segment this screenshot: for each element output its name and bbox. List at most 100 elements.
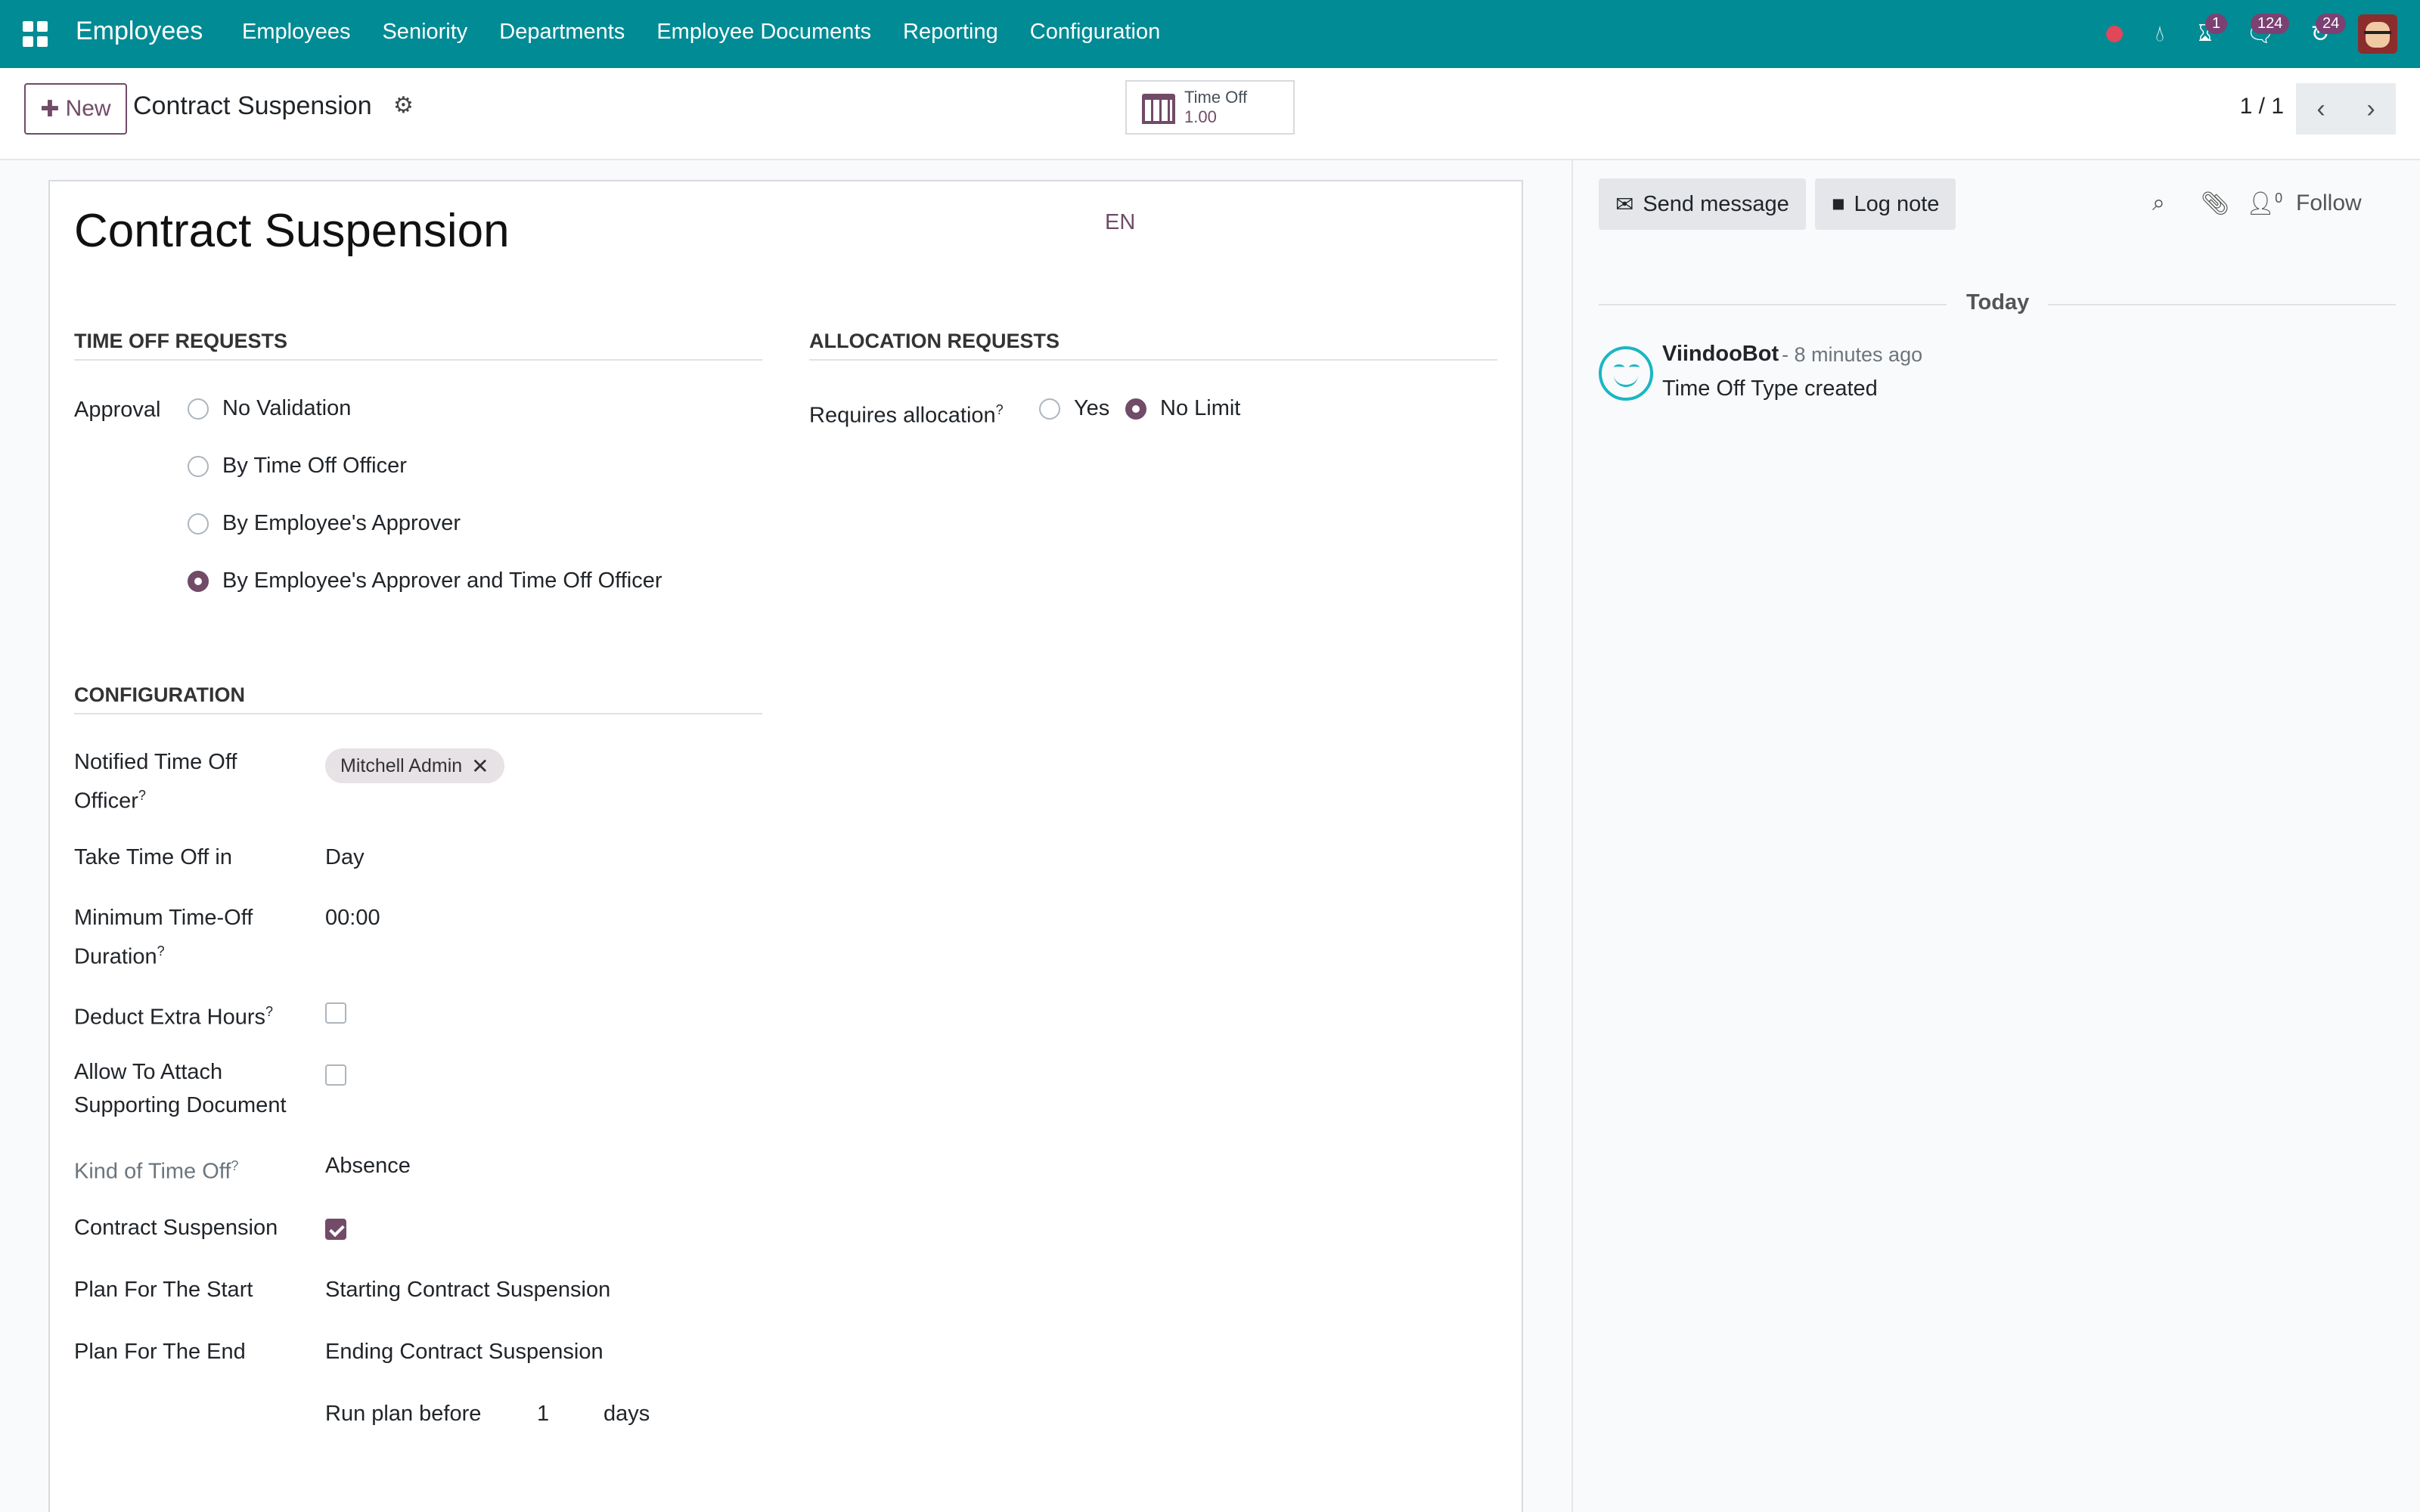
plan-start-value[interactable]: Starting Contract Suspension: [325, 1273, 610, 1306]
menu-employees[interactable]: Employees: [242, 20, 350, 45]
radio-approver[interactable]: [188, 513, 209, 534]
notified-officer-label: Notified Time Off Officer?: [74, 745, 237, 818]
breadcrumb-title: Contract Suspension: [133, 91, 372, 120]
requires-allocation-label: Requires allocation?: [809, 393, 1004, 432]
message-body: Time Off Type created: [1662, 376, 1878, 401]
app-name[interactable]: Employees: [76, 17, 203, 46]
top-navbar: Employees Employees Seniority Department…: [0, 0, 2420, 68]
close-icon[interactable]: ✕: [471, 754, 489, 779]
envelope-icon: ✉: [1615, 192, 1634, 217]
option-label: By Time Off Officer: [222, 454, 407, 478]
option-label: By Employee's Approver: [222, 511, 461, 535]
approval-option-no-validation[interactable]: No Validation: [188, 396, 351, 421]
allow-attach-checkbox[interactable]: [325, 1064, 346, 1086]
date-separator-line: [1599, 304, 1947, 305]
radio-no-validation[interactable]: [188, 398, 209, 420]
minimum-duration-label: Minimum Time-Off Duration?: [74, 901, 253, 974]
followers-icon[interactable]: 👤︎0: [2246, 191, 2282, 217]
plan-start-label: Plan For The Start: [74, 1278, 253, 1302]
activity-badge: 1: [2205, 14, 2228, 34]
follow-button[interactable]: Follow: [2296, 191, 2362, 216]
label-line: Notified Time Off: [74, 750, 237, 774]
kind-of-time-off-value: Absence: [325, 1154, 411, 1178]
allocation-option-no-limit[interactable]: No Limit: [1125, 396, 1240, 421]
help-tooltip[interactable]: ?: [138, 788, 146, 803]
requires-allocation-text: Requires allocation: [809, 403, 996, 428]
contract-suspension-label: Contract Suspension: [74, 1216, 278, 1240]
apps-menu-icon[interactable]: [23, 21, 48, 47]
option-label: No Validation: [222, 396, 352, 420]
plan-end-value[interactable]: Ending Contract Suspension: [325, 1335, 603, 1368]
record-icon[interactable]: [2092, 11, 2137, 57]
smart-button-value: 1.00: [1184, 107, 1217, 126]
allow-attach-label: Allow To Attach Supporting Document: [74, 1055, 287, 1122]
radio-yes[interactable]: [1039, 398, 1060, 420]
chatter-panel: ✉ Send message ■ Log note ⌕ 📎︎ 👤︎0 Follo…: [1571, 160, 2420, 1512]
send-message-button[interactable]: ✉ Send message: [1599, 178, 1806, 230]
main-menu: Employees Seniority Departments Employee…: [242, 20, 1192, 45]
tag-label: Mitchell Admin: [340, 754, 463, 776]
menu-seniority[interactable]: Seniority: [382, 20, 467, 45]
new-button[interactable]: ✚ New: [24, 83, 127, 135]
followers-count: 0: [2275, 191, 2283, 206]
bot-avatar[interactable]: [1599, 346, 1653, 401]
language-button[interactable]: EN: [1105, 210, 1135, 235]
pager-next-button[interactable]: ›: [2346, 83, 2396, 135]
menu-reporting[interactable]: Reporting: [903, 20, 998, 45]
smart-button-label: Time Off: [1184, 88, 1248, 107]
run-plan-before-label: Run plan before: [325, 1402, 482, 1426]
option-label: No Limit: [1160, 396, 1241, 420]
minimum-duration-value[interactable]: 00:00: [325, 901, 380, 934]
deduct-extra-hours-checkbox[interactable]: [325, 1002, 346, 1024]
time-off-smart-button[interactable]: Time Off 1.00: [1125, 80, 1295, 135]
menu-configuration[interactable]: Configuration: [1030, 20, 1161, 45]
help-tooltip[interactable]: ?: [157, 943, 165, 959]
help-tooltip[interactable]: ?: [265, 1004, 273, 1019]
label-text: Kind of Time Off: [74, 1159, 231, 1184]
approval-option-both[interactable]: By Employee's Approver and Time Off Offi…: [188, 569, 662, 593]
run-plan-before-input[interactable]: 1: [537, 1397, 549, 1430]
user-avatar[interactable]: [2358, 14, 2397, 54]
take-time-off-label: Take Time Off in: [74, 845, 232, 869]
approval-option-approver[interactable]: By Employee's Approver: [188, 511, 461, 536]
kind-of-time-off-label: Kind of Time Off?: [74, 1149, 238, 1188]
systray: 💧︎ ⌛︎ 1 🗨︎ 124 ↻ 24: [2092, 11, 2397, 57]
record-name[interactable]: Contract Suspension: [74, 204, 510, 258]
log-note-button[interactable]: ■ Log note: [1815, 178, 1956, 230]
radio-officer[interactable]: [188, 455, 209, 477]
paperclip-icon[interactable]: 📎︎: [2201, 191, 2229, 217]
search-icon[interactable]: ⌕: [2152, 191, 2165, 216]
plus-icon: ✚: [40, 96, 60, 122]
approval-option-officer[interactable]: By Time Off Officer: [188, 454, 407, 479]
drop-icon[interactable]: 💧︎: [2137, 11, 2183, 57]
configuration-heading: CONFIGURATION: [74, 683, 762, 714]
radio-both[interactable]: [188, 570, 209, 592]
take-time-off-value[interactable]: Day: [325, 841, 365, 874]
label-line: Officer: [74, 789, 138, 813]
contract-suspension-checkbox[interactable]: [325, 1219, 346, 1240]
approval-label: Approval: [74, 398, 161, 422]
radio-no-limit[interactable]: [1125, 398, 1146, 420]
hourglass-icon[interactable]: ⌛︎ 1: [2183, 11, 2228, 57]
help-tooltip[interactable]: ?: [231, 1158, 238, 1173]
allocation-requests-heading: ALLOCATION REQUESTS: [809, 330, 1497, 361]
help-tooltip[interactable]: ?: [996, 402, 1004, 417]
deduct-extra-hours-label: Deduct Extra Hours?: [74, 995, 273, 1034]
message-time: - 8 minutes ago: [1782, 343, 1923, 366]
send-message-label: Send message: [1643, 191, 1789, 216]
note-icon: ■: [1832, 191, 1845, 216]
new-button-label: New: [65, 96, 111, 121]
pager-value[interactable]: 1 / 1: [2240, 94, 2284, 119]
allocation-option-yes[interactable]: Yes: [1039, 396, 1109, 421]
label-text: Deduct Extra Hours: [74, 1005, 266, 1030]
menu-employee-documents[interactable]: Employee Documents: [656, 20, 871, 45]
gear-icon[interactable]: ⚙: [393, 92, 414, 119]
message-author[interactable]: ViindooBot: [1662, 342, 1779, 367]
log-note-label: Log note: [1854, 191, 1940, 216]
pager-previous-button[interactable]: ‹: [2296, 83, 2346, 135]
menu-departments[interactable]: Departments: [499, 20, 625, 45]
chat-icon[interactable]: 🗨︎ 124: [2228, 11, 2293, 57]
update-icon[interactable]: ↻ 24: [2293, 11, 2347, 57]
label-line: Duration: [74, 944, 157, 969]
label-line: Allow To Attach: [74, 1060, 223, 1084]
